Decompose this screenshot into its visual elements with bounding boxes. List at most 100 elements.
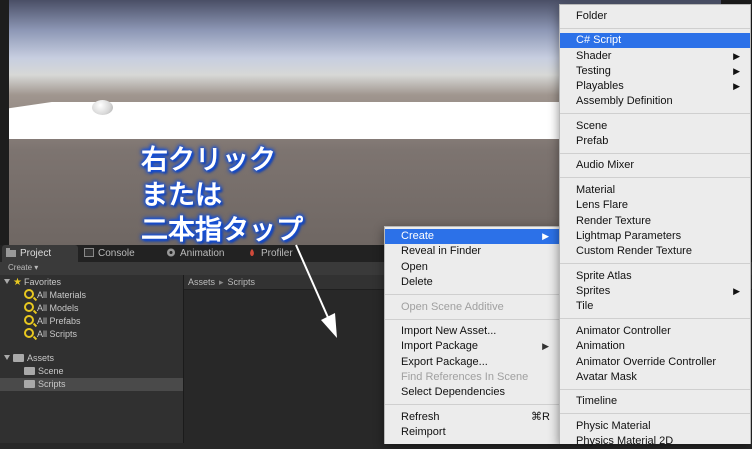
submenu-item-physic-material[interactable]: Physic Material: [560, 419, 750, 434]
submenu-item-tile[interactable]: Tile: [560, 299, 750, 314]
expand-arrow-icon[interactable]: [4, 279, 10, 284]
tab-console-label: Console: [98, 248, 135, 259]
submenu-item-avatar-mask[interactable]: Avatar Mask: [560, 370, 750, 385]
tab-profiler[interactable]: Profiler: [243, 245, 317, 262]
search-icon: [24, 328, 34, 338]
folder-icon: [13, 354, 24, 362]
menu-separator: [560, 389, 750, 390]
submenu-item-lens-flare[interactable]: Lens Flare: [560, 198, 750, 213]
tree-item-label: All Models: [37, 303, 79, 313]
menu-item-reveal-in-finder[interactable]: Reveal in Finder: [385, 244, 559, 259]
breadcrumb-scripts[interactable]: Scripts: [228, 277, 256, 287]
tab-animation[interactable]: Animation: [162, 245, 246, 262]
submenu-arrow-icon: ▶: [542, 231, 549, 241]
tree-item-label: All Materials: [37, 290, 87, 300]
submenu-item-animator-controller[interactable]: Animator Controller: [560, 324, 750, 339]
tree-favorites-label: Favorites: [23, 277, 61, 287]
submenu-item-audio-mixer[interactable]: Audio Mixer: [560, 158, 750, 173]
submenu-item-prefab[interactable]: Prefab: [560, 134, 750, 149]
submenu-item-shader[interactable]: Shader ▶: [560, 49, 750, 64]
menu-item-import-new-asset[interactable]: Import New Asset...: [385, 324, 559, 339]
menu-separator: [560, 413, 750, 414]
search-icon: [24, 315, 34, 325]
submenu-item-scene[interactable]: Scene: [560, 119, 750, 134]
menu-item-label: Playables: [576, 80, 624, 92]
menu-item-reimport[interactable]: Reimport: [385, 425, 559, 440]
submenu-item-folder[interactable]: Folder: [560, 9, 750, 24]
tree-item-label: All Prefabs: [37, 316, 81, 326]
tree-item-scripts[interactable]: Scripts: [0, 378, 183, 391]
menu-item-label: Import Package: [401, 340, 479, 352]
menu-item-delete[interactable]: Delete: [385, 275, 559, 290]
create-submenu: Folder C# Script Shader ▶ Testing ▶ Playab…: [559, 4, 751, 447]
menu-separator: [560, 318, 750, 319]
submenu-arrow-icon: ▶: [733, 66, 740, 76]
submenu-arrow-icon: ▶: [542, 341, 549, 351]
expand-arrow-icon[interactable]: [4, 355, 10, 360]
sphere-object[interactable]: [92, 100, 113, 115]
tree-favorites[interactable]: ★ Favorites: [4, 276, 61, 289]
annotation-text: 右クリック または 二本指タップ: [141, 143, 303, 248]
tree-item-scene[interactable]: Scene: [24, 365, 64, 378]
menu-separator: [560, 28, 750, 29]
menu-separator: [560, 113, 750, 114]
submenu-item-playables[interactable]: Playables ▶: [560, 79, 750, 94]
submenu-arrow-icon: ▶: [733, 81, 740, 91]
tree-assets[interactable]: Assets: [4, 352, 54, 365]
menu-item-label: Create: [401, 230, 435, 242]
tab-project[interactable]: Project: [2, 245, 78, 262]
profiler-icon: [247, 246, 257, 256]
animation-icon: [166, 246, 176, 257]
tab-profiler-label: Profiler: [261, 248, 293, 259]
menu-item-import-package[interactable]: Import Package ▶: [385, 339, 559, 354]
menu-item-open-scene-additive: Open Scene Additive: [401, 301, 504, 313]
menu-item-find-references: Find References In Scene: [401, 371, 529, 383]
tree-item-all-materials[interactable]: All Materials: [24, 289, 86, 302]
menu-item-refresh[interactable]: Refresh ⌘R: [385, 410, 559, 425]
menu-item-select-dependencies[interactable]: Select Dependencies: [385, 385, 559, 400]
menu-item-label: Shader: [576, 50, 612, 62]
menu-separator: [560, 177, 750, 178]
submenu-item-animation[interactable]: Animation: [560, 339, 750, 354]
folder-icon: [24, 380, 35, 388]
create-dropdown[interactable]: Create ▾: [8, 263, 38, 272]
tree-item-all-prefabs[interactable]: All Prefabs: [24, 315, 81, 328]
tab-console[interactable]: Console: [80, 245, 154, 262]
menu-separator: [385, 294, 559, 295]
submenu-item-material[interactable]: Material: [560, 183, 750, 198]
refresh-shortcut: ⌘R: [531, 411, 550, 423]
menu-separator: [560, 153, 750, 154]
submenu-item-lightmap-parameters[interactable]: Lightmap Parameters: [560, 229, 750, 244]
menu-item-label: Refresh: [401, 411, 440, 423]
submenu-item-physics-material-2d[interactable]: Physics Material 2D: [560, 434, 750, 449]
project-folder-tree: ★ Favorites All Materials All Models All …: [0, 275, 184, 443]
submenu-item-sprites[interactable]: Sprites ▶: [560, 284, 750, 299]
menu-separator: [385, 319, 559, 320]
submenu-arrow-icon: ▶: [733, 51, 740, 61]
menu-item-create[interactable]: Create ▶: [385, 229, 559, 244]
menu-item-export-package[interactable]: Export Package...: [385, 355, 559, 370]
folder-icon: [24, 367, 35, 375]
menu-item-open[interactable]: Open: [385, 260, 559, 275]
breadcrumb-assets[interactable]: Assets: [188, 277, 215, 287]
annotation-line-2: または: [141, 180, 222, 211]
submenu-item-timeline[interactable]: Timeline: [560, 394, 750, 409]
submenu-item-custom-render-texture[interactable]: Custom Render Texture: [560, 244, 750, 259]
submenu-item-csharp-script[interactable]: C# Script: [560, 33, 750, 48]
tree-item-all-models[interactable]: All Models: [24, 302, 79, 315]
annotation-line-1: 右クリック: [141, 145, 276, 176]
menu-item-label: Testing: [576, 65, 611, 77]
submenu-item-assembly-definition[interactable]: Assembly Definition: [560, 94, 750, 109]
submenu-arrow-icon: ▶: [733, 286, 740, 296]
tree-item-all-scripts[interactable]: All Scripts: [24, 328, 77, 341]
submenu-item-testing[interactable]: Testing ▶: [560, 64, 750, 79]
submenu-item-animator-override-controller[interactable]: Animator Override Controller: [560, 355, 750, 370]
tree-item-label: Scene: [38, 366, 64, 376]
submenu-item-sprite-atlas[interactable]: Sprite Atlas: [560, 269, 750, 284]
folder-icon: [6, 246, 16, 257]
submenu-item-render-texture[interactable]: Render Texture: [560, 214, 750, 229]
console-icon: [84, 246, 94, 257]
tree-item-label: All Scripts: [37, 329, 78, 339]
tree-assets-label: Assets: [27, 353, 55, 363]
annotation-line-3: 二本指タップ: [141, 215, 303, 246]
